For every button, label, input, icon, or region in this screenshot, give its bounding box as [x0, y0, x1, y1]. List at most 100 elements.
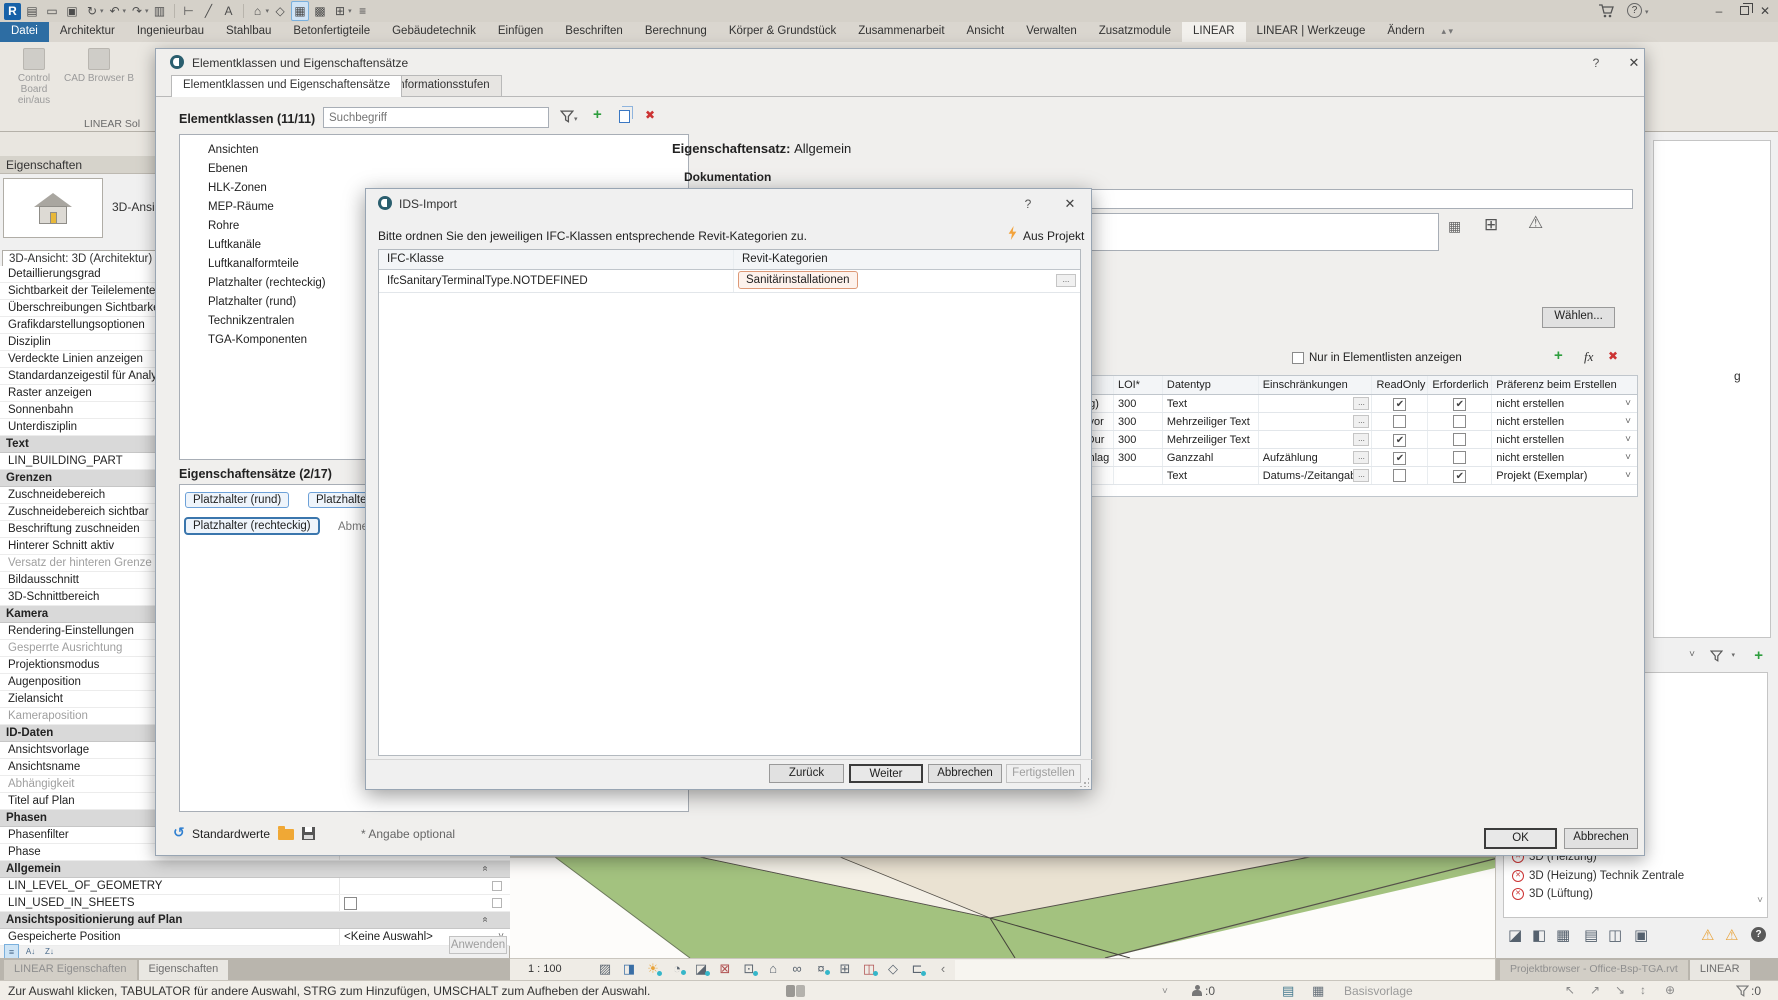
readonly-checkbox[interactable]: ✔	[1393, 434, 1406, 447]
new-file-icon[interactable]: ▤	[23, 1, 41, 21]
save-icon[interactable]	[302, 827, 315, 840]
class-item[interactable]: Ebenen	[180, 160, 688, 179]
column-header-erforderlich[interactable]: Erforderlich	[1428, 376, 1492, 394]
property-set-chip-selected[interactable]: Platzhalter (rechteckig)	[185, 518, 319, 534]
open-icon[interactable]: ▭	[43, 1, 61, 21]
close-hidden-windows-icon[interactable]: ▩	[311, 1, 329, 21]
preference-cell[interactable]: nicht erstellen˅	[1492, 431, 1637, 448]
dialog-help-button[interactable]: ?	[1586, 56, 1606, 70]
sort-by-group-icon[interactable]: ≡	[4, 944, 19, 959]
column-header-einschraenkungen[interactable]: Einschränkungen	[1259, 376, 1373, 394]
minimize-button[interactable]: –	[1706, 0, 1732, 22]
tab-stahlbau[interactable]: Stahlbau	[215, 22, 282, 42]
tab-betonfertigteile[interactable]: Betonfertigteile	[282, 22, 381, 42]
temporary-view-properties-icon[interactable]: ⊞	[836, 961, 854, 977]
reveal-hidden-icon[interactable]: ¤	[812, 961, 830, 976]
more-button[interactable]: ...	[1353, 451, 1369, 464]
from-project-link[interactable]: Aus Projekt	[1023, 229, 1084, 243]
required-checkbox[interactable]: ✔	[1453, 470, 1466, 483]
more-button[interactable]: ...	[1353, 415, 1369, 428]
caret-icon[interactable]: ▾	[574, 115, 578, 123]
table-row[interactable]: Text Datums-/Zeitangabe... ✔ Projekt (Ex…	[1079, 467, 1637, 485]
property-set-chip[interactable]: Platzhalter (rund)	[185, 492, 289, 508]
readonly-checkbox[interactable]	[1393, 415, 1406, 428]
collapse-bar-icon[interactable]: ‹	[934, 961, 952, 976]
class-item[interactable]: Ansichten	[180, 141, 688, 160]
tab-einfuegen[interactable]: Einfügen	[487, 22, 554, 42]
mapping-row[interactable]: IfcSanitaryTerminalType.NOTDEFINED Sanit…	[379, 270, 1080, 293]
category-more-button[interactable]: ...	[1056, 274, 1076, 287]
modify-icon[interactable]: ⊢	[180, 1, 198, 21]
ids-help-button[interactable]: ?	[1018, 197, 1038, 211]
cad-browser-button[interactable]: CAD Browser B	[64, 48, 134, 84]
table-row[interactable]: (Dur 300 Mehrzeiliger Text ... ✔ nicht e…	[1079, 431, 1637, 449]
tab-zusatzmodule[interactable]: Zusatzmodule	[1088, 22, 1182, 42]
delete-property-icon[interactable]: ✖	[1608, 349, 1618, 363]
select-links-icon[interactable]: ↖	[1565, 983, 1575, 997]
table-icon[interactable]: ▦	[1448, 218, 1461, 235]
tab-koerper-grundstueck[interactable]: Körper & Grundstück	[718, 22, 847, 42]
design-option-label[interactable]: Basisvorlage	[1344, 984, 1413, 998]
chevron-down-icon[interactable]: ˅	[1689, 649, 1695, 660]
tab-architektur[interactable]: Architektur	[49, 22, 126, 42]
design-options-icon[interactable]: ▤	[1282, 983, 1294, 999]
ribbon-display-toggle-icon[interactable]: ▴ ▾	[1436, 22, 1460, 42]
show-analytical-icon[interactable]: ◫	[860, 961, 878, 977]
switch-windows-icon[interactable]: ⊞	[331, 1, 349, 21]
column-header-praeferenz[interactable]: Präferenz beim Erstellen	[1492, 376, 1637, 394]
select-underlay-icon[interactable]: ↗	[1590, 983, 1600, 997]
tab-berechnung[interactable]: Berechnung	[634, 22, 718, 42]
column-header-ifc-klasse[interactable]: IFC-Klasse	[379, 250, 734, 269]
more-button[interactable]: ...	[1353, 469, 1369, 482]
detail-level-icon[interactable]: ▨	[596, 961, 614, 977]
folder-icon[interactable]	[278, 829, 294, 840]
collapse-icon[interactable]: «	[480, 917, 491, 923]
tab-datei[interactable]: Datei	[0, 22, 49, 42]
defaults-link[interactable]: Standardwerte	[192, 827, 270, 841]
palette-tool-icon-5[interactable]: ◫	[1608, 926, 1622, 944]
3d-view-icon[interactable]: ⌂	[249, 1, 267, 21]
select-pinned-icon[interactable]: ↘	[1615, 983, 1625, 997]
property-group-ansichtspositionierung[interactable]: Ansichtspositionierung auf Plan«	[0, 912, 510, 929]
main-model-icon[interactable]: ▦	[1312, 983, 1324, 999]
readonly-checkbox[interactable]: ✔	[1393, 398, 1406, 411]
select-by-face-icon[interactable]: ↕	[1640, 983, 1646, 997]
apply-button[interactable]: Anwenden	[449, 936, 507, 954]
list-item[interactable]: ✕3D (Lüftung)	[1512, 885, 1593, 902]
restore-button[interactable]	[1740, 6, 1749, 15]
tab-linear-werkzeuge[interactable]: LINEAR | Werkzeuge	[1246, 22, 1377, 42]
unlock-view-icon[interactable]: ⌂	[764, 961, 782, 976]
tab-linear-palette[interactable]: LINEAR	[1690, 960, 1750, 980]
tab-linear[interactable]: LINEAR	[1182, 22, 1246, 42]
calculator-icon[interactable]: ⊞	[1484, 215, 1498, 235]
ids-cancel-button[interactable]: Abbrechen	[928, 764, 1002, 783]
column-header-readonly[interactable]: ReadOnly	[1372, 376, 1428, 394]
tab-eigenschaften[interactable]: Eigenschaften	[139, 960, 229, 980]
column-header-revit-kategorien[interactable]: Revit-Kategorien	[734, 250, 1080, 269]
table-row[interactable]: chlag 300 Ganzzahl Aufzählung... ✔ nicht…	[1079, 449, 1637, 467]
required-checkbox[interactable]	[1453, 451, 1466, 464]
tab-linear-eigenschaften[interactable]: LINEAR Eigenschaften	[4, 960, 137, 980]
help-icon[interactable]: ?	[1627, 3, 1642, 18]
customize-qat-icon[interactable]: ≡	[354, 1, 372, 21]
tab-zusammenarbeit[interactable]: Zusammenarbeit	[847, 22, 955, 42]
preference-cell[interactable]: nicht erstellen˅	[1492, 413, 1637, 430]
property-group-allgemein[interactable]: Allgemein«	[0, 861, 510, 878]
list-item[interactable]: ✕3D (Heizung) Technik Zentrale	[1512, 867, 1684, 884]
worksets-icon[interactable]	[1192, 985, 1202, 997]
save-icon[interactable]: ▣	[63, 1, 81, 21]
show-constraints-icon[interactable]: ⊏	[908, 961, 926, 977]
control-board-button[interactable]: Control Board ein/aus	[6, 48, 62, 106]
add-icon[interactable]: +	[1754, 647, 1763, 664]
shadows-icon[interactable]: ◔	[668, 961, 686, 976]
category-chip[interactable]: Sanitärinstallationen	[738, 271, 858, 289]
tab-projektbrowser[interactable]: Projektbrowser - Office-Bsp-TGA.rvt	[1500, 960, 1688, 980]
dimension-icon[interactable]: ╱	[200, 1, 218, 21]
delete-class-icon[interactable]: ✖	[645, 108, 655, 122]
highlight-displacement-icon[interactable]: ◇	[884, 961, 902, 977]
tab-elementklassen[interactable]: Elementklassen und Eigenschaftensätze	[171, 75, 402, 97]
render-dialog-icon[interactable]: ◪	[692, 961, 710, 977]
text-icon[interactable]: A	[220, 1, 238, 21]
column-header-loi[interactable]: LOI*	[1114, 376, 1163, 394]
more-button[interactable]: ...	[1353, 397, 1369, 410]
